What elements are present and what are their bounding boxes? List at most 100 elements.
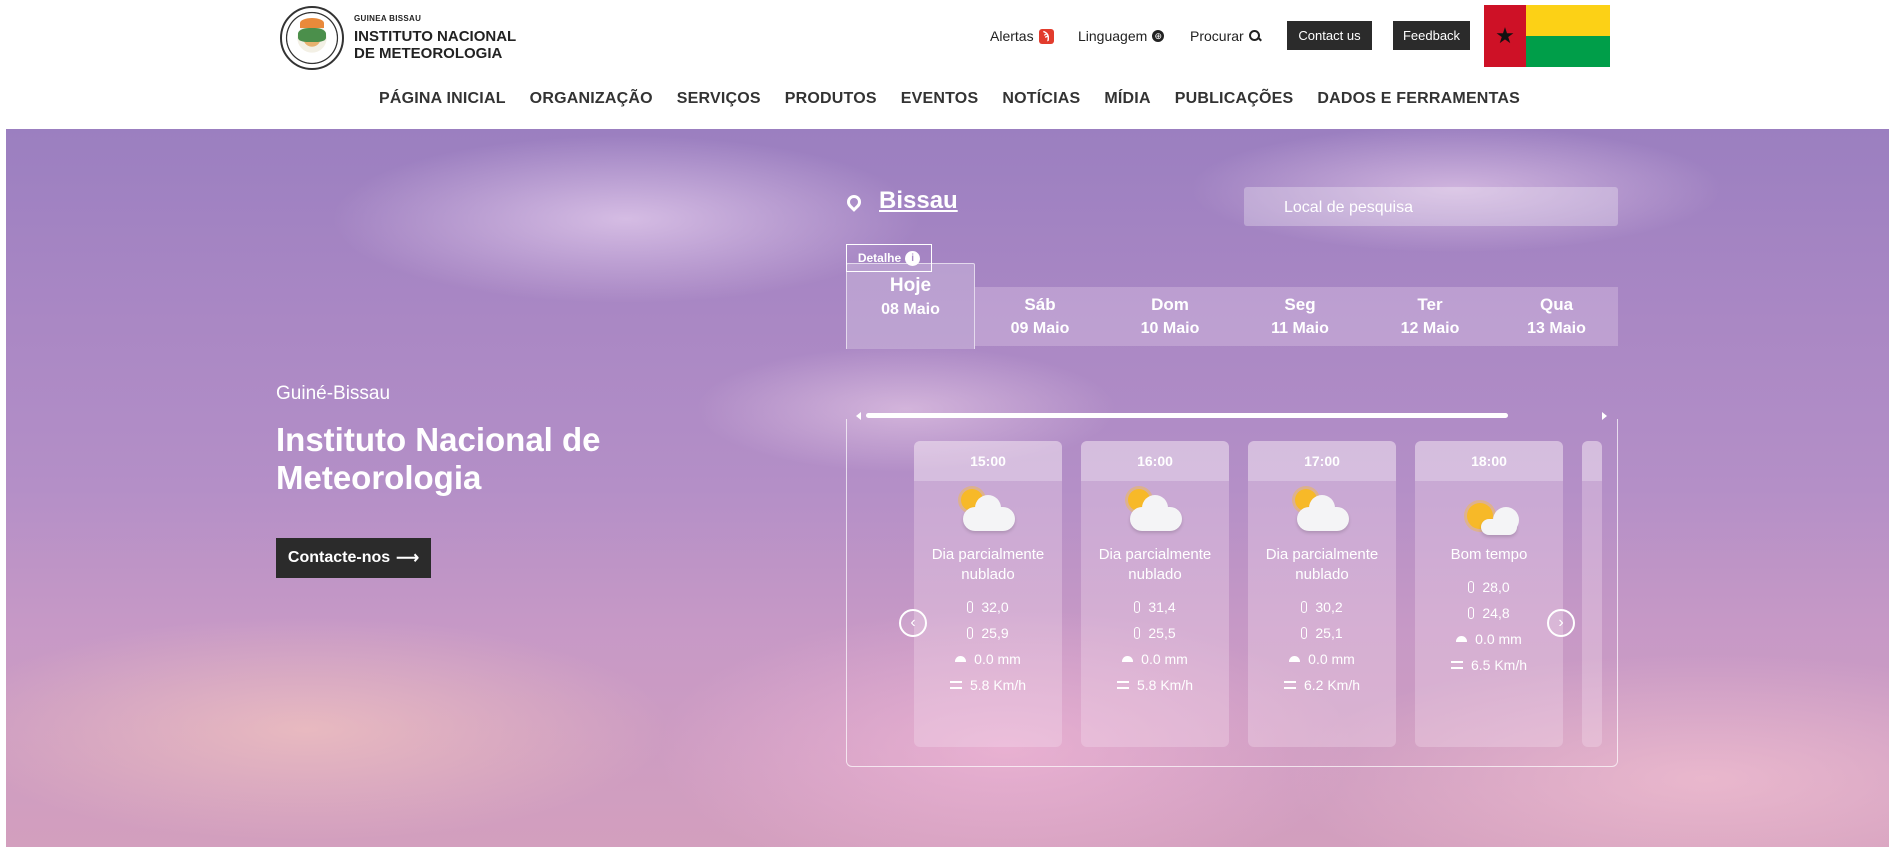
rss-icon: ϡ — [1038, 28, 1054, 44]
temp-min-row: 24,8 — [1415, 605, 1563, 621]
scrollbar-thumb[interactable] — [866, 413, 1508, 418]
weather-description-line1: Bom tempo — [1450, 546, 1528, 563]
hour-card: 17:00 Dia parcialmente nublado 30,2 25,1… — [1248, 441, 1396, 747]
nav-item-home[interactable]: PÁGINA INICIAL — [379, 90, 506, 108]
rain-row: 0.0 mm — [914, 651, 1062, 667]
wind-icon — [1283, 681, 1296, 689]
weather-description: Dia parcialmente nublado — [914, 545, 1062, 587]
inm-logo[interactable] — [280, 6, 344, 70]
hero-banner: Guiné-Bissau Instituto Nacional de Meteo… — [6, 129, 1889, 847]
hour-time: 15:00 — [914, 441, 1062, 481]
tab-day-name: Dom — [1151, 295, 1189, 314]
thermometer-icon — [1134, 627, 1141, 639]
hour-time: 18:00 — [1415, 441, 1563, 481]
temp-max: 30,2 — [1315, 599, 1343, 615]
weather-description-line1: Dia parcialmente — [1265, 546, 1379, 563]
main-nav: PÁGINA INICIAL ORGANIZAÇÃO SERVIÇOS PROD… — [0, 90, 1899, 108]
chevron-right-icon: › — [1558, 614, 1564, 631]
tab-day-wed[interactable]: Qua 13 Maio — [1495, 287, 1618, 346]
brand-name-line2: DE METEOROLOGIA — [354, 45, 503, 62]
flag-green-band — [1526, 36, 1610, 67]
weather-description-line2: nublado — [1295, 566, 1349, 583]
hour-card: 15:00 Dia parcialmente nublado 32,0 25,9… — [914, 441, 1062, 747]
globe-icon: ⊕ — [1152, 30, 1165, 42]
wind-speed: 6.2 Km/h — [1303, 677, 1361, 693]
tab-day-sun[interactable]: Dom 10 Maio — [1105, 287, 1235, 346]
rain-row: 0.0 mm — [1415, 631, 1563, 647]
umbrella-icon — [1289, 656, 1301, 662]
hour-time: 17:00 — [1248, 441, 1396, 481]
site-header: GUINEA BISSAU INSTITUTO NACIONAL DE METE… — [0, 0, 1899, 130]
thermometer-icon — [967, 601, 974, 613]
umbrella-icon — [1122, 656, 1134, 662]
contact-us-button[interactable]: Contact us — [1287, 21, 1372, 50]
weather-description-line1: Dia parcialmente — [1098, 546, 1212, 563]
temp-min-row: 25,1 — [1248, 625, 1396, 641]
search-icon — [1248, 30, 1261, 42]
weather-description: Dia parcialmente nublado — [1248, 545, 1396, 587]
temp-max-row: 28,0 — [1415, 579, 1563, 595]
temp-min-row: 25,5 — [1081, 625, 1229, 641]
rain-row: 0.0 mm — [1248, 651, 1396, 667]
nav-item-media[interactable]: MÍDIA — [1104, 90, 1150, 108]
wind-icon — [1116, 681, 1129, 689]
arrow-right-icon: ⟶ — [396, 550, 420, 567]
temp-max: 32,0 — [981, 599, 1009, 615]
prev-hours-button[interactable]: ‹ — [899, 609, 927, 637]
nav-item-products[interactable]: PRODUTOS — [785, 90, 877, 108]
language-link[interactable]: Linguagem ⊕ — [1078, 28, 1165, 44]
wind-row: 6.2 Km/h — [1248, 677, 1396, 693]
language-label: Linguagem — [1078, 28, 1148, 44]
temp-max-row: 31,4 — [1081, 599, 1229, 615]
wind-icon — [1450, 661, 1463, 669]
hero-country: Guiné-Bissau — [276, 383, 391, 404]
brand-name[interactable]: INSTITUTO NACIONAL DE METEOROLOGIA — [354, 28, 554, 62]
hour-card-partial — [1582, 441, 1602, 747]
tab-day-name: Sáb — [1024, 295, 1056, 314]
brand-name-line1: INSTITUTO NACIONAL — [354, 28, 517, 45]
nav-item-organization[interactable]: ORGANIZAÇÃO — [530, 90, 653, 108]
temp-max: 31,4 — [1148, 599, 1176, 615]
location-search-input[interactable] — [1244, 187, 1660, 228]
temp-min: 25,1 — [1315, 625, 1343, 641]
alerts-link[interactable]: Alertas ϡ — [990, 28, 1054, 44]
nav-item-news[interactable]: NOTÍCIAS — [1002, 90, 1080, 108]
thermometer-icon — [1301, 601, 1308, 613]
umbrella-icon — [955, 656, 967, 662]
temp-min: 24,8 — [1482, 605, 1510, 621]
feedback-button[interactable]: Feedback — [1393, 21, 1470, 50]
temp-max: 28,0 — [1482, 579, 1510, 595]
flag-yellow-band — [1526, 5, 1610, 36]
contact-button-label: Contacte-nos — [287, 549, 391, 566]
thermometer-icon — [1134, 601, 1141, 613]
contact-button[interactable]: Contacte-nos ⟶ — [276, 538, 431, 578]
tab-day-date: 12 Maio — [1400, 320, 1460, 337]
thermometer-icon — [1301, 627, 1308, 639]
tab-day-name: Seg — [1284, 295, 1316, 314]
nav-item-publications[interactable]: PUBLICAÇÕES — [1175, 90, 1294, 108]
brand-country: GUINEA BISSAU — [354, 14, 422, 23]
rainfall: 0.0 mm — [1141, 651, 1188, 667]
nav-item-data-tools[interactable]: DADOS E FERRAMENTAS — [1317, 90, 1520, 108]
tab-day-tue[interactable]: Ter 12 Maio — [1365, 287, 1495, 346]
weather-description-line1: Dia parcialmente — [931, 546, 1045, 563]
tab-day-today[interactable]: Hoje 08 Maio — [846, 263, 975, 349]
nav-item-events[interactable]: EVENTOS — [901, 90, 979, 108]
next-hours-button[interactable]: › — [1547, 609, 1575, 637]
search-link[interactable]: Procurar — [1190, 28, 1261, 44]
alerts-label: Alertas — [990, 28, 1034, 44]
tab-day-date: 10 Maio — [1140, 320, 1200, 337]
tab-day-mon[interactable]: Seg 11 Maio — [1235, 287, 1365, 346]
wind-speed: 6.5 Km/h — [1470, 657, 1528, 673]
temp-min: 25,5 — [1148, 625, 1176, 641]
city-name[interactable]: Bissau — [879, 187, 958, 215]
thermometer-icon — [967, 627, 974, 639]
nav-item-services[interactable]: SERVIÇOS — [677, 90, 761, 108]
temp-min: 25,9 — [981, 625, 1009, 641]
flag-star-icon: ★ — [1484, 5, 1526, 67]
hour-card: 16:00 Dia parcialmente nublado 31,4 25,5… — [1081, 441, 1229, 747]
tab-day-date: 08 Maio — [881, 301, 940, 318]
tab-day-sat[interactable]: Sáb 09 Maio — [975, 287, 1105, 346]
logo-emblem-top — [300, 18, 324, 28]
temp-max-row: 32,0 — [914, 599, 1062, 615]
